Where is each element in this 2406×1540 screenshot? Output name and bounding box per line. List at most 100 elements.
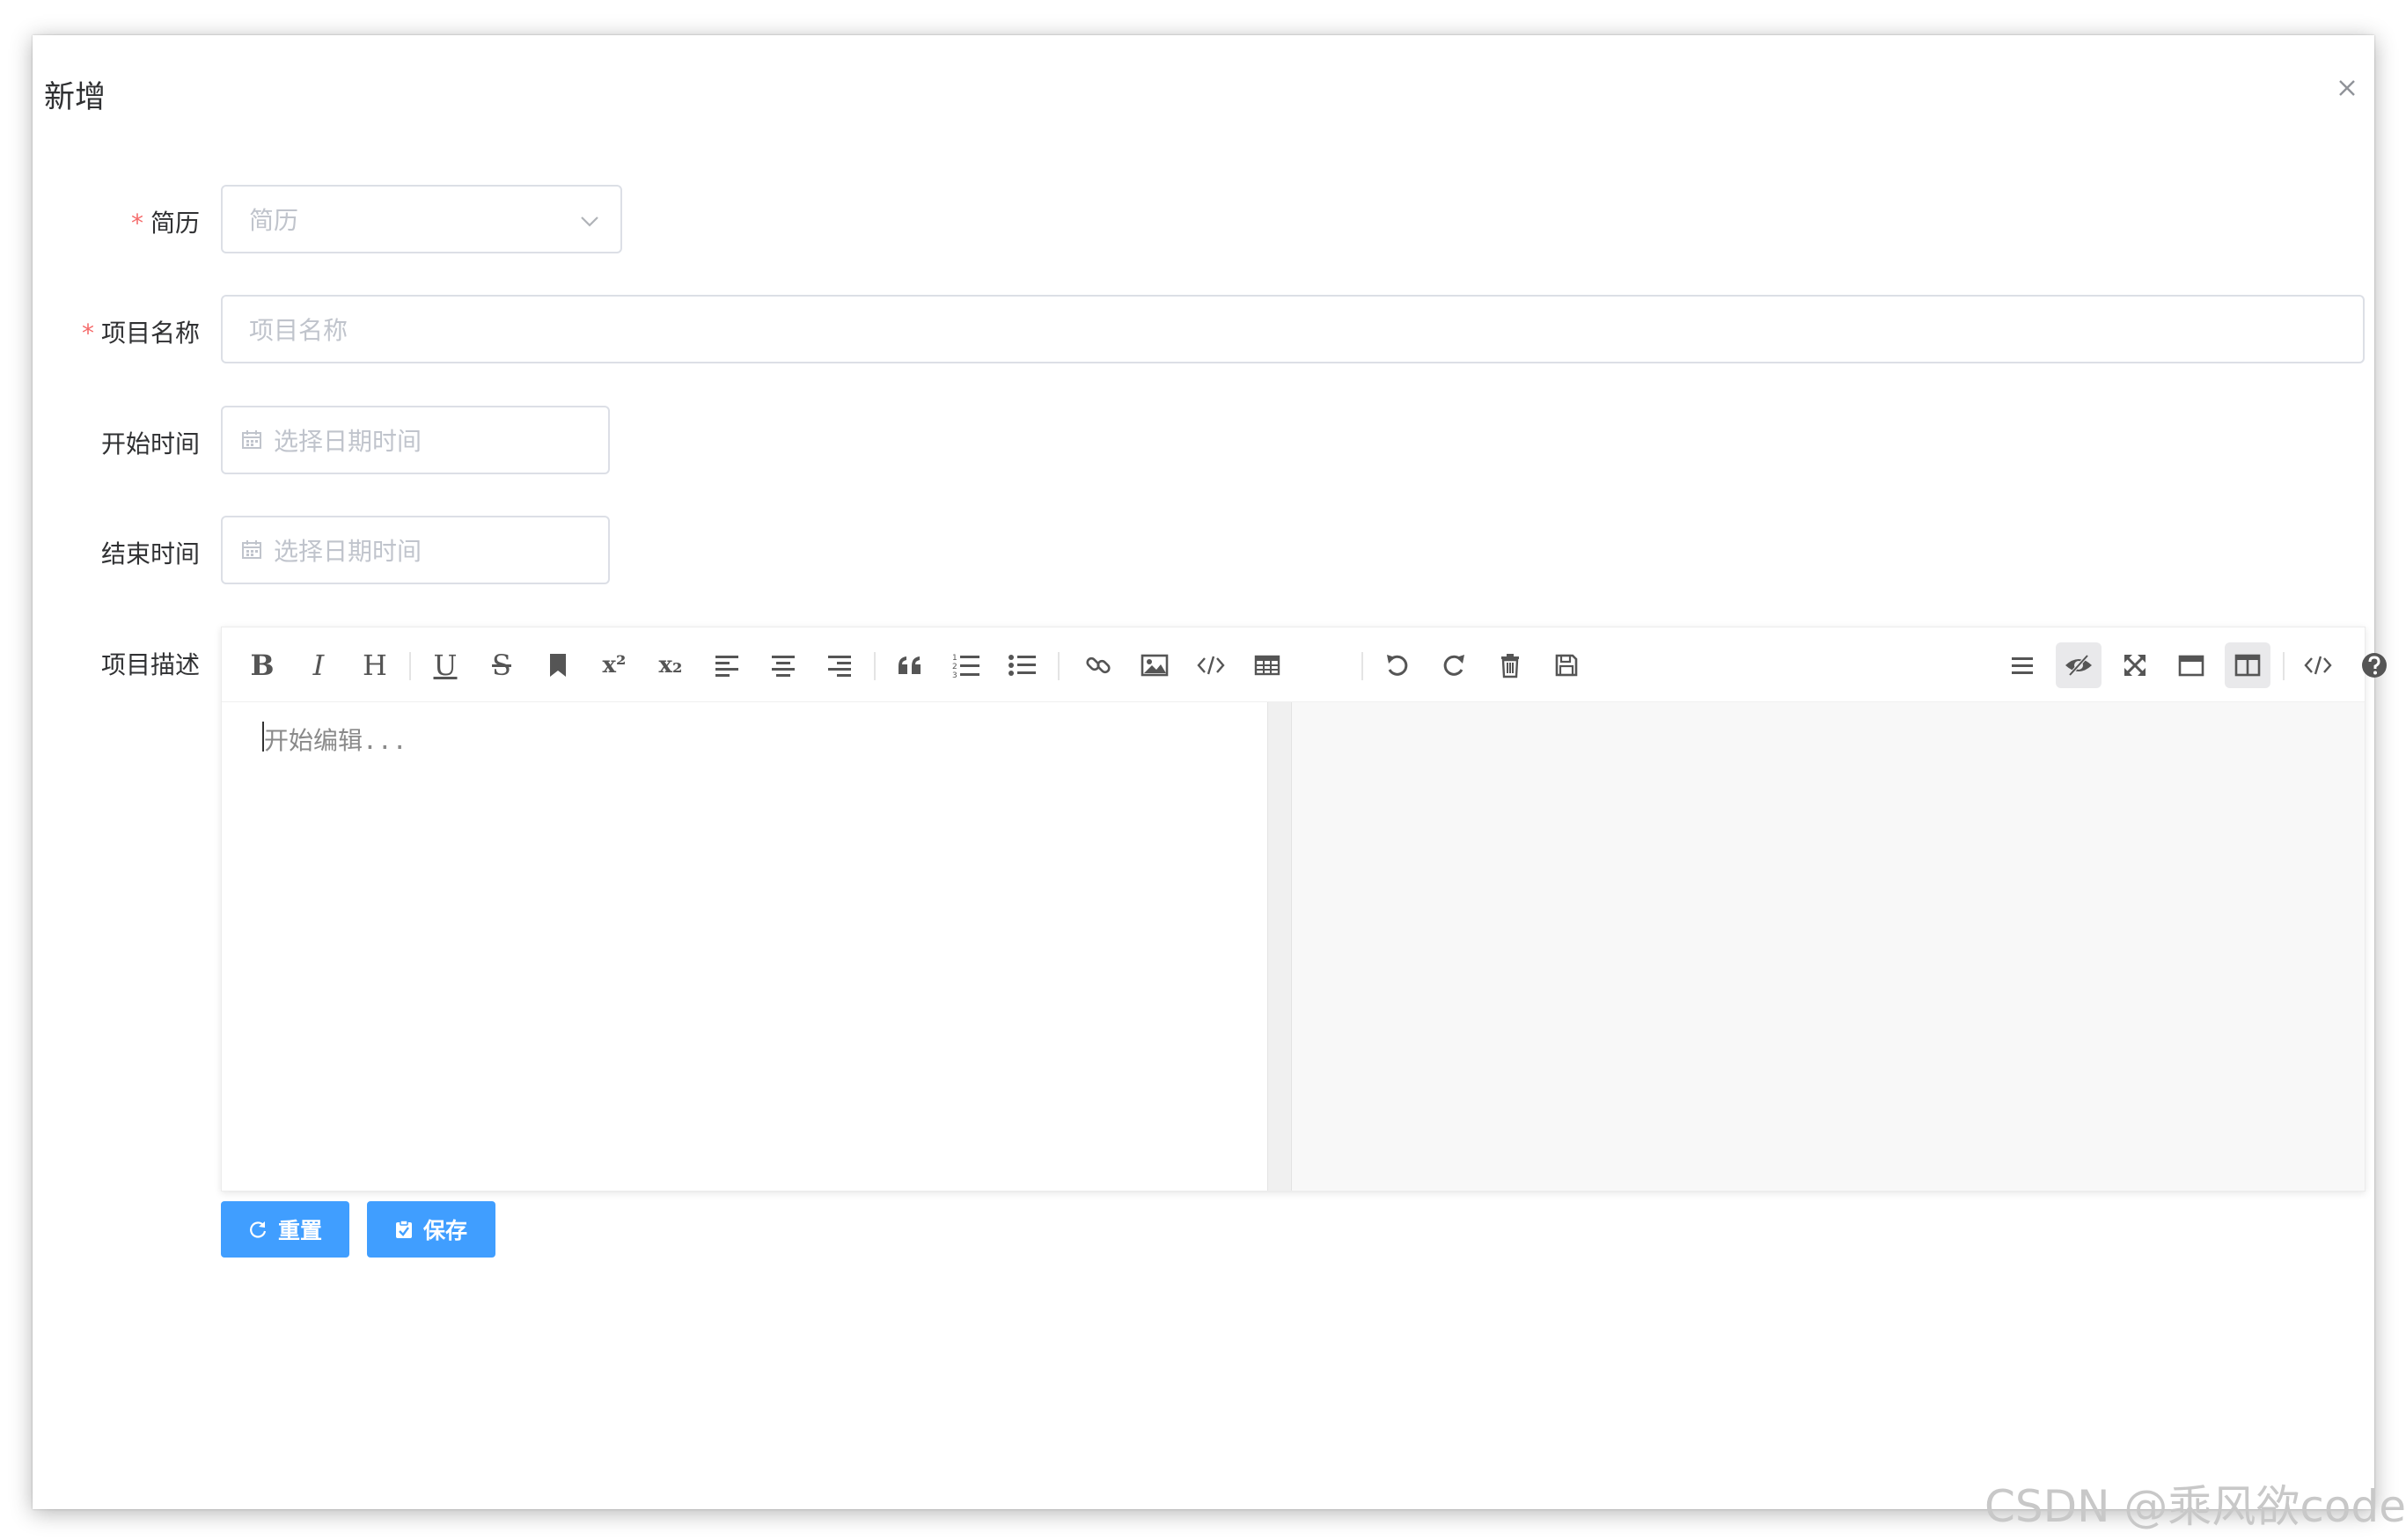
editor-toolbar: B I H U S x² x₂ 1 2 3 <box>222 627 2387 702</box>
navigation-icon <box>2012 657 2033 674</box>
image-icon <box>1141 654 1169 677</box>
close-icon[interactable] <box>2329 70 2365 106</box>
toolbar-divider <box>1361 652 1363 680</box>
navigation-button[interactable] <box>1999 642 2045 688</box>
calendar-icon <box>240 539 263 561</box>
redo-icon <box>1443 655 1464 676</box>
subfield-icon <box>2234 654 2261 677</box>
toolbar-divider <box>2283 652 2285 680</box>
undo-button[interactable] <box>1375 642 1420 688</box>
resume-placeholder: 简历 <box>249 206 299 235</box>
italic-icon: I <box>312 649 325 682</box>
editor-placeholder: 开始编辑... <box>264 726 407 755</box>
unordered-list-button[interactable] <box>1000 642 1045 688</box>
toolbar-divider <box>874 652 876 680</box>
table-button[interactable] <box>1244 642 1290 688</box>
align-left-button[interactable] <box>704 642 750 688</box>
bold-icon: B <box>250 649 275 682</box>
resume-select[interactable]: 简历 <box>221 185 622 253</box>
ordered-list-button[interactable]: 123 <box>943 642 989 688</box>
align-center-icon <box>772 656 795 677</box>
page: 新增 * 简历 简历 * 项目名称 项目名称 开始时间 选择日期时间 结束时间 … <box>0 0 2406 1540</box>
editor-input-pane[interactable]: 开始编辑... <box>222 702 1267 1191</box>
watermark: CSDN @乘风欲code <box>1984 1481 2406 1532</box>
ordered-list-icon: 123 <box>952 654 979 678</box>
help-icon <box>2362 653 2387 678</box>
italic-button[interactable]: I <box>296 642 341 688</box>
clipboard-check-icon <box>395 1220 413 1239</box>
svg-text:3: 3 <box>952 671 957 678</box>
svg-text:2: 2 <box>952 663 957 671</box>
preview-hidden-icon <box>2065 654 2092 677</box>
help-button[interactable] <box>2351 642 2397 688</box>
align-left-icon <box>715 656 738 677</box>
required-mark: * <box>81 319 94 348</box>
bookmark-icon <box>550 654 566 677</box>
dialog-title: 新增 <box>44 80 106 115</box>
save-label: 保存 <box>422 1218 467 1243</box>
save-toolbar-button[interactable] <box>1544 642 1589 688</box>
unordered-list-icon <box>1009 655 1036 676</box>
window-icon <box>2178 655 2204 677</box>
subscript-button[interactable]: x₂ <box>648 642 693 688</box>
subfield-button[interactable] <box>2225 642 2270 688</box>
undo-icon <box>1387 655 1408 676</box>
required-mark: * <box>130 209 143 238</box>
align-right-icon <box>828 656 851 677</box>
refresh-icon <box>248 1220 268 1239</box>
project-name-label-text: 项目名称 <box>100 319 200 348</box>
add-dialog: 新增 * 简历 简历 * 项目名称 项目名称 开始时间 选择日期时间 结束时间 … <box>33 35 2387 1509</box>
start-time-label: 开始时间 <box>100 429 200 458</box>
resume-label-text: 简历 <box>150 209 200 238</box>
strikethrough-button[interactable]: S <box>479 642 524 688</box>
trash-icon <box>1501 654 1519 678</box>
resume-label: * 简历 <box>131 204 200 239</box>
underline-icon: U <box>433 649 458 682</box>
code-icon <box>1197 656 1225 675</box>
clear-button[interactable] <box>1487 642 1533 688</box>
bold-button[interactable]: B <box>239 642 285 688</box>
project-name-placeholder: 项目名称 <box>249 316 348 345</box>
strikethrough-icon: S <box>492 649 511 682</box>
subscript-icon: x₂ <box>658 652 683 678</box>
underline-button[interactable]: U <box>422 642 468 688</box>
start-time-picker[interactable]: 选择日期时间 <box>221 406 610 474</box>
table-icon <box>1254 655 1280 676</box>
superscript-button[interactable]: x² <box>591 642 637 688</box>
heading-icon: H <box>363 649 387 682</box>
link-button[interactable] <box>1075 642 1121 688</box>
align-right-button[interactable] <box>817 642 862 688</box>
description-label: 项目描述 <box>100 650 200 679</box>
quote-icon <box>899 656 921 674</box>
link-icon <box>1086 656 1111 674</box>
toolbar-divider <box>409 652 411 680</box>
html-code-icon <box>2304 656 2332 675</box>
end-time-picker[interactable]: 选择日期时间 <box>221 516 610 584</box>
chevron-down-icon <box>578 209 601 238</box>
superscript-icon: x² <box>602 652 627 678</box>
code-button[interactable] <box>1188 642 1234 688</box>
project-name-label: * 项目名称 <box>82 314 200 349</box>
align-center-button[interactable] <box>760 642 806 688</box>
redo-button[interactable] <box>1431 642 1477 688</box>
heading-button[interactable]: H <box>352 642 398 688</box>
window-button[interactable] <box>2168 642 2214 688</box>
image-button[interactable] <box>1132 642 1177 688</box>
fullscreen-icon <box>2124 655 2146 676</box>
reset-label: 重置 <box>277 1218 322 1243</box>
calendar-icon <box>240 429 263 451</box>
preview-toggle-button[interactable] <box>2056 642 2102 688</box>
editor-preview-pane <box>1292 702 2365 1191</box>
html-code-button[interactable] <box>2295 642 2341 688</box>
reset-button[interactable]: 重置 <box>221 1201 349 1258</box>
markdown-editor: B I H U S x² x₂ 1 2 3 开始编辑... <box>221 627 2387 1192</box>
close-button[interactable] <box>2329 70 2365 106</box>
pane-divider[interactable] <box>1267 702 1292 1191</box>
end-time-placeholder: 选择日期时间 <box>274 537 422 566</box>
save-button[interactable]: 保存 <box>367 1201 495 1258</box>
quote-button[interactable] <box>887 642 933 688</box>
save-icon <box>1555 654 1578 677</box>
fullscreen-button[interactable] <box>2112 642 2158 688</box>
project-name-input[interactable]: 项目名称 <box>221 295 2365 363</box>
mark-button[interactable] <box>535 642 581 688</box>
